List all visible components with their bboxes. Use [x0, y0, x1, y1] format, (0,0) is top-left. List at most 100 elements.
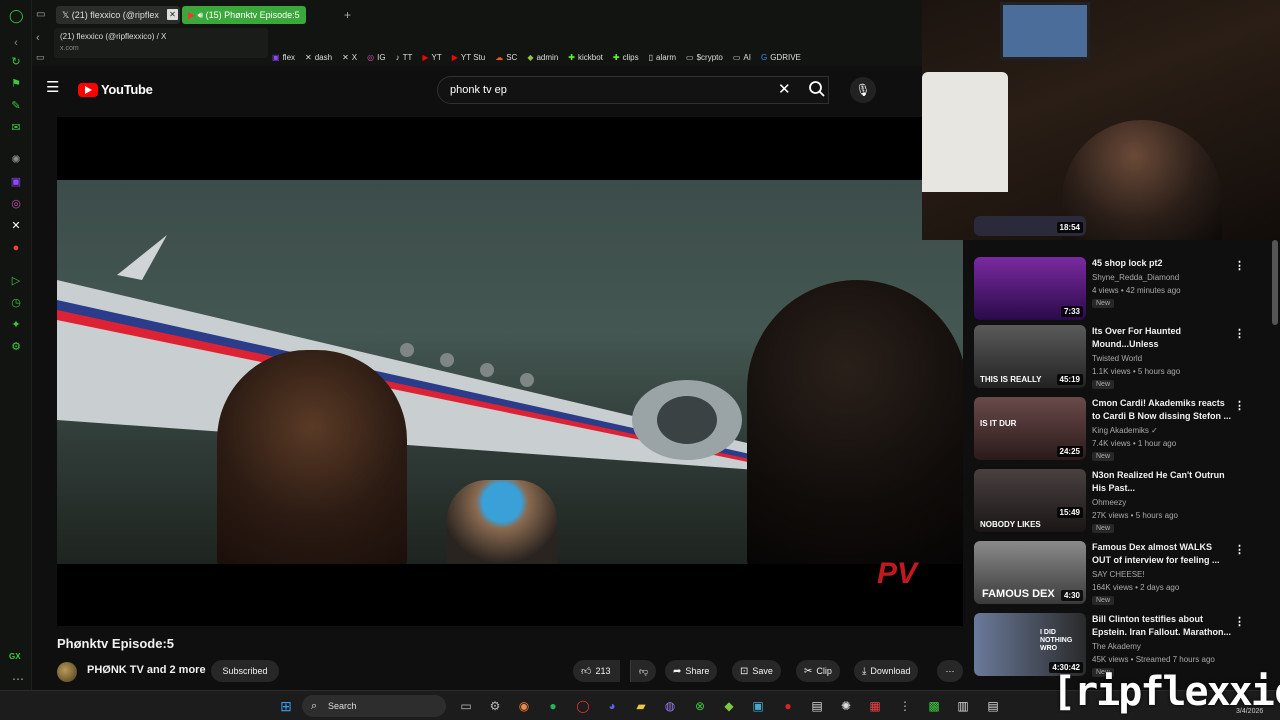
tab-menu-icon[interactable]: ▭ [36, 9, 45, 20]
channel-name[interactable]: PHØNK TV and 2 more [87, 664, 206, 676]
back-icon[interactable]: ‹ [9, 36, 23, 50]
bookmark-dash[interactable]: ✕ dash [305, 53, 332, 65]
recommendation-item[interactable]: THIS IS REALLY 45:19 Its Over For Haunte… [974, 325, 1264, 391]
bookmark-kickbot[interactable]: ✚ kickbot [568, 53, 603, 65]
microphone-icon[interactable]: 🎙︎ [850, 77, 876, 103]
more-vertical-icon[interactable]: ⋮ [1234, 615, 1245, 628]
app-icon[interactable]: ▣ [750, 698, 766, 714]
x-logo-icon[interactable]: ✕ [9, 219, 23, 233]
bookmark-crypto[interactable]: ▭ $crypto [686, 53, 723, 65]
tab-x-flexxico[interactable]: 𝕏 (21) flexxico (@ripflex ✕ [56, 6, 180, 24]
recommendation-item[interactable]: FAMOUS DEX 4:30 Famous Dex almost WALKS … [974, 541, 1264, 607]
search-icon[interactable] [808, 80, 828, 100]
dislike-button[interactable]: 👎︎ [630, 660, 657, 682]
more-vertical-icon[interactable]: ⋮ [1234, 399, 1245, 412]
bookmark-clips[interactable]: ✚ clips [613, 53, 639, 65]
download-button[interactable]: ⤓ Download [854, 660, 919, 682]
video-title[interactable]: Its Over For Haunted Mound...Unless [1092, 325, 1232, 351]
recommendation-item[interactable]: IS IT DUR 24:25 Cmon Cardi! Akademiks re… [974, 397, 1264, 463]
discord-icon[interactable]: ◕ [604, 698, 620, 714]
search-input[interactable]: phonk tv ep [437, 76, 829, 104]
capcut-icon[interactable]: ▤ [809, 698, 825, 714]
opera-gx-logo-icon[interactable]: ◯ [9, 9, 24, 23]
back-arrow-icon[interactable]: ‹ [36, 32, 40, 44]
taskbar-search-box[interactable]: ⌕ Search [302, 695, 446, 717]
gx-icon[interactable]: ▩ [926, 698, 942, 714]
subscribed-button[interactable]: Subscribed [211, 660, 279, 682]
channel-avatar[interactable] [57, 662, 77, 682]
refresh-icon[interactable]: ↻ [9, 55, 23, 69]
chatgpt-icon[interactable]: ✺ [9, 153, 23, 167]
bookmark-sc[interactable]: ☁ SC [495, 53, 517, 65]
extensions-icon[interactable]: ✦ [9, 318, 23, 332]
terminal-icon[interactable]: ▤ [985, 698, 1001, 714]
settings-gear-icon[interactable]: ⚙ [487, 698, 503, 714]
opera-gx-icon[interactable]: ◯ [575, 698, 591, 714]
recommendation-item[interactable]: 7:33 45 shop lock pt2 Shyne_Redda_Diamon… [974, 257, 1264, 323]
bookmark-yt[interactable]: ▶ YT [422, 53, 441, 65]
vpn-icon[interactable]: ● [9, 241, 23, 255]
more-options-icon[interactable]: ⋯ [12, 672, 24, 686]
windows-start-icon[interactable]: ⊞ [278, 698, 294, 714]
more-vertical-icon[interactable]: ⋮ [1234, 327, 1245, 340]
clear-search-icon[interactable]: ✕ [778, 80, 791, 98]
channel-name[interactable]: Shyne_Redda_Diamond [1092, 273, 1179, 282]
recommendation-item[interactable]: 18:54 [974, 216, 1264, 238]
bookmark-gdrive[interactable]: G GDRIVE [761, 53, 801, 65]
gx-corner-icon[interactable]: ⚑ [9, 77, 23, 91]
chrome-icon[interactable]: ◉ [516, 698, 532, 714]
chatgpt-icon[interactable]: ✺ [838, 698, 854, 714]
settings-gear-icon[interactable]: ⚙ [9, 340, 23, 354]
bookmark-tt[interactable]: ♪ TT [396, 53, 413, 65]
gx-control-icon[interactable]: ✎ [9, 99, 23, 113]
tab-youtube-episode[interactable]: ▶ 🔊︎ (15) Phønktv Episode:5 [182, 6, 306, 24]
video-title[interactable]: Famous Dex almost WALKS OUT of interview… [1092, 541, 1232, 567]
more-vertical-icon[interactable]: ⋮ [1234, 259, 1245, 272]
twitch-icon[interactable]: ▣ [9, 175, 23, 189]
bookmark-alarm[interactable]: ▯ alarm [649, 53, 676, 65]
more-vertical-icon[interactable]: ⋮ [1234, 543, 1245, 556]
close-tab-icon[interactable]: ✕ [167, 9, 178, 20]
bookmark-folder-icon[interactable]: ▭ [36, 52, 45, 63]
stats-icon[interactable]: ▥ [955, 698, 971, 714]
channel-name[interactable]: The Akademy [1092, 642, 1141, 651]
clip-button[interactable]: ✂ Clip [796, 660, 840, 682]
channel-name[interactable]: King Akademiks ✓ [1092, 426, 1158, 435]
recommendation-item[interactable]: NOBODY LIKES 15:49 N3on Realized He Can'… [974, 469, 1264, 535]
xbox-icon[interactable]: ⊗ [692, 698, 708, 714]
recording-icon[interactable]: ● [780, 698, 796, 714]
nvidia-icon[interactable]: ◆ [721, 698, 737, 714]
bookmark-ig[interactable]: ◎ IG [367, 53, 385, 65]
bookmark-yt-studio[interactable]: ▶ YT Stu [452, 53, 485, 65]
app-grid-icon[interactable]: ⋮ [897, 698, 913, 714]
bookmark-flex[interactable]: ▣ flex [272, 53, 295, 65]
more-actions-button[interactable]: ⋯ [937, 660, 963, 682]
bookmark-ai[interactable]: ▭ AI [733, 53, 751, 65]
youtube-logo[interactable]: YouTube [78, 82, 153, 97]
video-title[interactable]: Bill Clinton testifies about Epstein. Ir… [1092, 613, 1232, 639]
task-view-icon[interactable]: ▭ [458, 698, 474, 714]
bookmark-x[interactable]: ✕ X [342, 53, 357, 65]
video-player[interactable]: PV [57, 117, 963, 626]
file-explorer-icon[interactable]: ▰ [633, 698, 649, 714]
video-title[interactable]: N3on Realized He Can't Outrun His Past..… [1092, 469, 1232, 495]
video-title[interactable]: Cmon Cardi! Akademiks reacts to Cardi B … [1092, 397, 1232, 423]
spotify-icon[interactable]: ● [545, 698, 561, 714]
channel-name[interactable]: Twisted World [1092, 354, 1142, 363]
obs-icon[interactable]: ◍ [662, 698, 678, 714]
share-button[interactable]: ➦ Share [665, 660, 718, 682]
channel-name[interactable]: Ohmeezy [1092, 498, 1126, 507]
mail-icon[interactable]: ✉ [9, 121, 23, 135]
audio-icon[interactable]: 🔊︎ [197, 10, 203, 20]
player-icon[interactable]: ▷ [9, 274, 23, 288]
scrollbar-thumb[interactable] [1272, 240, 1278, 325]
like-button[interactable]: 👍︎ 213 [573, 660, 621, 682]
notepad-icon[interactable]: ▦ [867, 698, 883, 714]
menu-icon[interactable]: ☰ [46, 80, 62, 96]
channel-name[interactable]: SAY CHEESE! [1092, 570, 1145, 579]
new-tab-button[interactable]: + [344, 8, 351, 22]
bookmark-admin[interactable]: ◆ admin [527, 53, 558, 65]
instagram-icon[interactable]: ◎ [9, 197, 23, 211]
history-icon[interactable]: ◷ [9, 296, 23, 310]
save-button[interactable]: ⊡ Save [732, 660, 781, 682]
